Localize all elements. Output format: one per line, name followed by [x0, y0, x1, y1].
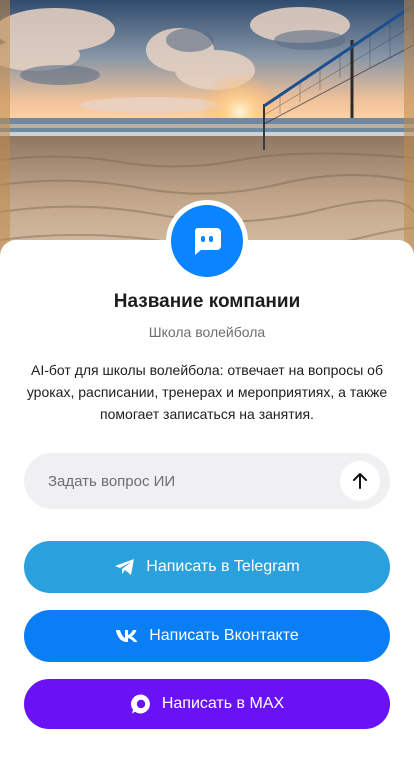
- company-name: Название компании: [113, 291, 301, 312]
- arrow-up-icon: [352, 472, 368, 490]
- ask-ai-input[interactable]: [48, 453, 348, 509]
- vk-icon: [115, 629, 139, 643]
- max-icon: [130, 693, 152, 715]
- max-button[interactable]: Написать в MAX: [24, 679, 390, 729]
- send-button[interactable]: [340, 461, 380, 501]
- max-button-label: Написать в MAX: [161, 695, 285, 712]
- vk-button[interactable]: Написать Вконтакте: [24, 610, 390, 662]
- company-description: AI-бот для школы волейбола: отвечает на …: [26, 362, 388, 422]
- telegram-icon: [114, 558, 136, 576]
- company-subtitle: Школа волейбола: [148, 324, 266, 340]
- ask-ai-box: [24, 453, 390, 509]
- vk-button-label: Написать Вконтакте: [149, 627, 299, 644]
- chat-bot-icon: [191, 226, 223, 256]
- telegram-button-label: Написать в Telegram: [146, 558, 300, 575]
- telegram-button[interactable]: Написать в Telegram: [24, 541, 390, 593]
- avatar-circle: [171, 205, 243, 277]
- avatar: [166, 200, 248, 282]
